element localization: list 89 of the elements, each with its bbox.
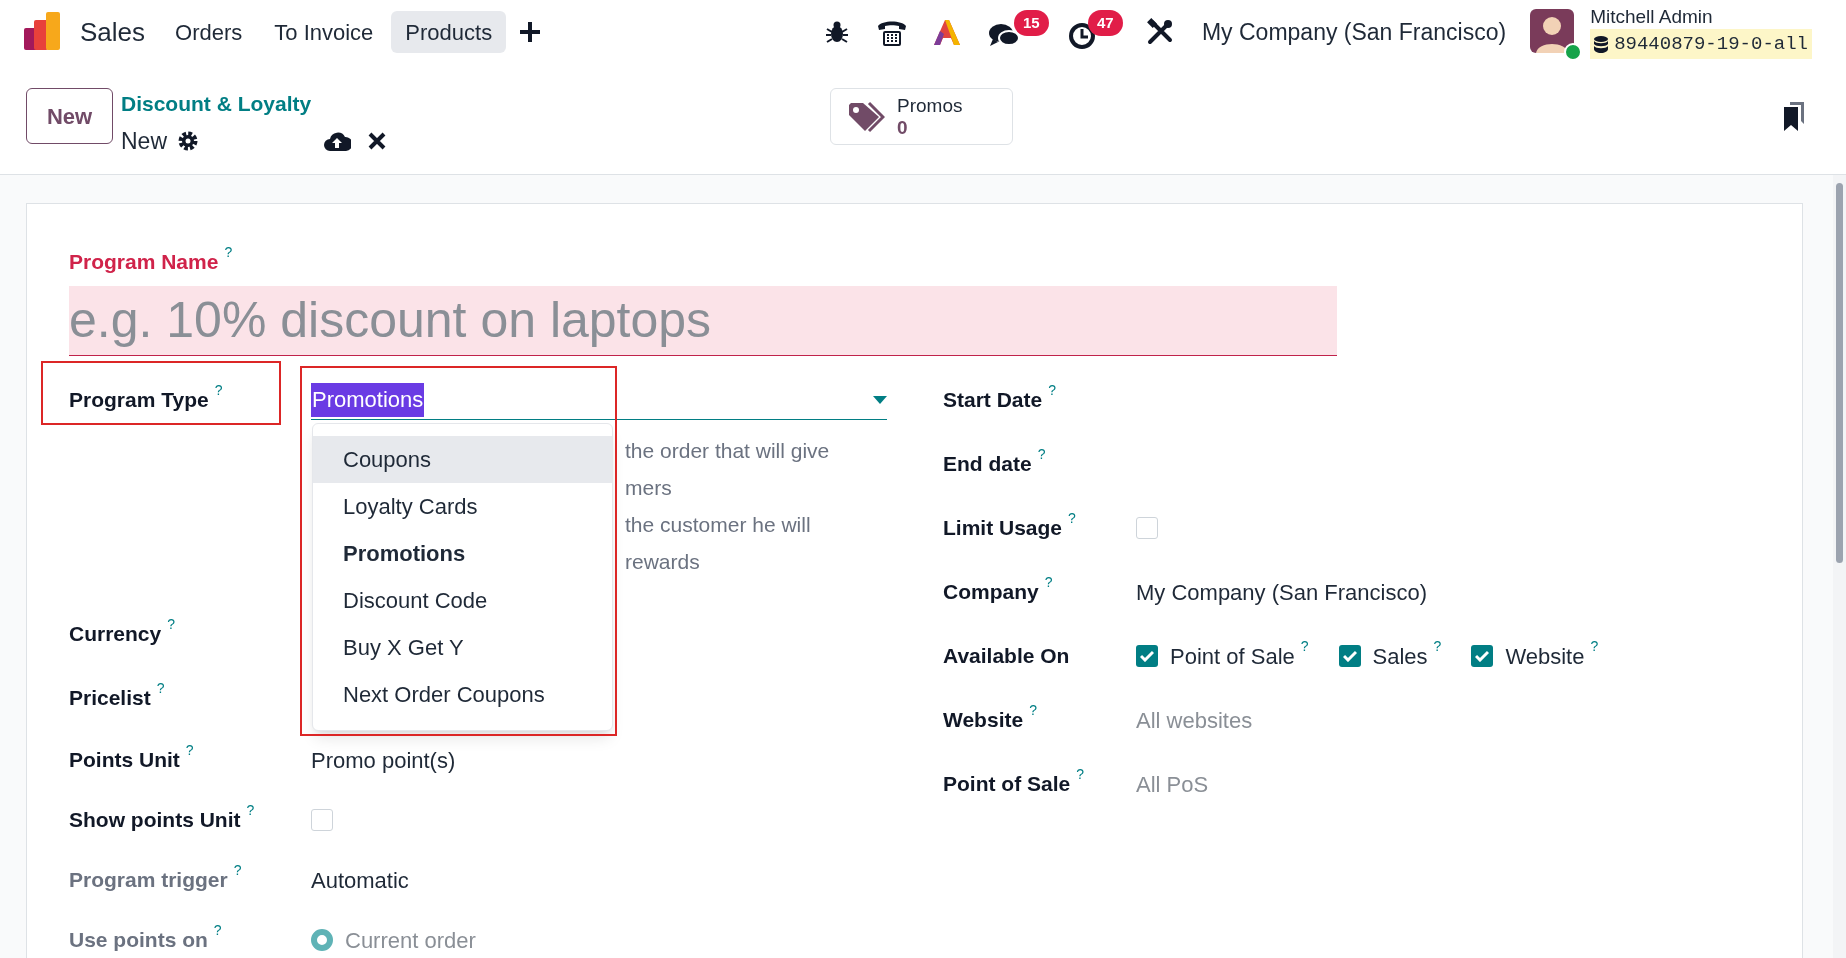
help-text: mers [625, 475, 673, 501]
field-label: Program trigger [69, 867, 228, 894]
field-label: Show points Unit [69, 807, 241, 834]
help-mark[interactable]: ? [167, 613, 175, 635]
checkbox[interactable] [1471, 645, 1494, 667]
field-placeholder[interactable]: All websites [1136, 703, 1253, 737]
field-value[interactable]: Automatic [311, 863, 409, 897]
add-icon[interactable] [518, 20, 543, 44]
check-icon [1140, 650, 1154, 662]
record-title: New [121, 126, 167, 156]
help-text: the order that will give [625, 438, 831, 464]
close-icon[interactable] [368, 131, 386, 150]
field-value[interactable]: My Company (San Francisco) [1136, 575, 1427, 609]
help-mark[interactable]: ? [1433, 635, 1442, 657]
promos-stat-button[interactable]: Promos 0 [830, 88, 1013, 145]
help-mark[interactable]: ? [1044, 571, 1053, 593]
field-label: End date [943, 451, 1032, 478]
stat-value: 0 [897, 116, 908, 139]
checkbox[interactable] [1338, 645, 1361, 667]
ai-icon[interactable] [931, 18, 962, 46]
help-mark[interactable]: ? [185, 739, 194, 761]
field-label: Pricelist [69, 685, 151, 712]
name-input[interactable]: e.g. 10% discount on laptops [69, 286, 1337, 356]
field-label: Point of Sale [943, 771, 1071, 798]
dropdown-option[interactable]: Loyalty Cards [313, 483, 612, 530]
field-label: Points Unit [69, 747, 180, 774]
field-label: Limit Usage [943, 515, 1063, 542]
help-mark[interactable]: ? [224, 241, 233, 263]
check-icon [1342, 650, 1357, 662]
help-mark[interactable]: ? [156, 677, 165, 699]
scrollbar-thumb[interactable] [1836, 183, 1843, 563]
database-name: 89440879-19-0-all [1614, 31, 1808, 57]
field-label: Available On [943, 643, 1070, 670]
app-title: Sales [80, 15, 146, 49]
stat-label: Promos [897, 94, 963, 117]
dropdown-option[interactable]: Discount Code [313, 577, 612, 624]
avatar-icon[interactable] [1530, 9, 1575, 53]
checkbox-label: Sales [1372, 642, 1428, 671]
help-mark[interactable]: ? [214, 379, 223, 401]
caret-icon [873, 395, 887, 404]
clock-icon[interactable] [1067, 22, 1096, 50]
help-mark[interactable]: ? [1590, 635, 1599, 657]
dropdown-option[interactable]: Coupons [313, 436, 612, 483]
database-icon [1594, 35, 1609, 53]
checkbox[interactable] [1136, 517, 1158, 539]
field-label: Website [943, 707, 1024, 734]
select-field[interactable]: Promotions [311, 380, 887, 420]
help-mark[interactable]: ? [1048, 379, 1056, 401]
help-mark[interactable]: ? [1029, 699, 1037, 721]
dropdown-option[interactable]: Promotions [313, 530, 612, 577]
company-switcher[interactable]: My Company (San Francisco) [1201, 14, 1507, 50]
help-mark[interactable]: ? [1300, 635, 1309, 657]
field-label: Use points on [69, 927, 208, 954]
breadcrumb-link[interactable]: Discount & Loyalty [121, 92, 312, 115]
notification-badge: 47 [1087, 10, 1123, 36]
checkbox[interactable] [1136, 645, 1158, 667]
selected-text: Promotions [311, 382, 425, 417]
checkbox-label: Point of Sale [1170, 642, 1295, 671]
help-mark[interactable]: ? [233, 859, 242, 881]
dropdown-option[interactable]: Next Order Coupons [313, 671, 612, 718]
new-button[interactable]: New [26, 88, 113, 144]
dropdown-option[interactable]: Buy X Get Y [313, 624, 612, 671]
radio-label: Current order [345, 926, 476, 955]
menu-item[interactable]: To Invoice [260, 11, 388, 53]
field-label: Program Type [69, 387, 209, 414]
field-label: Currency [69, 621, 162, 648]
field-placeholder[interactable]: All PoS [1136, 767, 1209, 801]
field-label: Program Name [69, 249, 219, 276]
settings-icon[interactable] [177, 129, 199, 152]
bookmarks-icon[interactable] [1782, 102, 1806, 132]
tags-icon [847, 100, 885, 133]
help-mark[interactable]: ? [1068, 507, 1076, 529]
field-label: Company [943, 579, 1039, 606]
tools-icon[interactable] [1145, 18, 1174, 46]
user-name[interactable]: Mitchell Admin [1590, 5, 1713, 29]
menu-item[interactable]: Orders [161, 11, 257, 53]
help-mark[interactable]: ? [1037, 443, 1046, 465]
help-text: rewards [625, 549, 701, 575]
help-mark[interactable]: ? [246, 799, 255, 821]
help-mark[interactable]: ? [1076, 763, 1084, 785]
checkbox[interactable] [311, 809, 333, 831]
notification-badge: 15 [1013, 10, 1049, 36]
field-value[interactable]: Promo point(s) [311, 743, 456, 777]
field-label: Start Date [943, 387, 1043, 414]
check-icon [1475, 650, 1490, 662]
bug-icon[interactable] [825, 20, 848, 44]
help-text: the customer he will [625, 512, 812, 538]
menu-item[interactable]: Products [391, 11, 507, 53]
checkbox-label: Website [1505, 642, 1585, 671]
